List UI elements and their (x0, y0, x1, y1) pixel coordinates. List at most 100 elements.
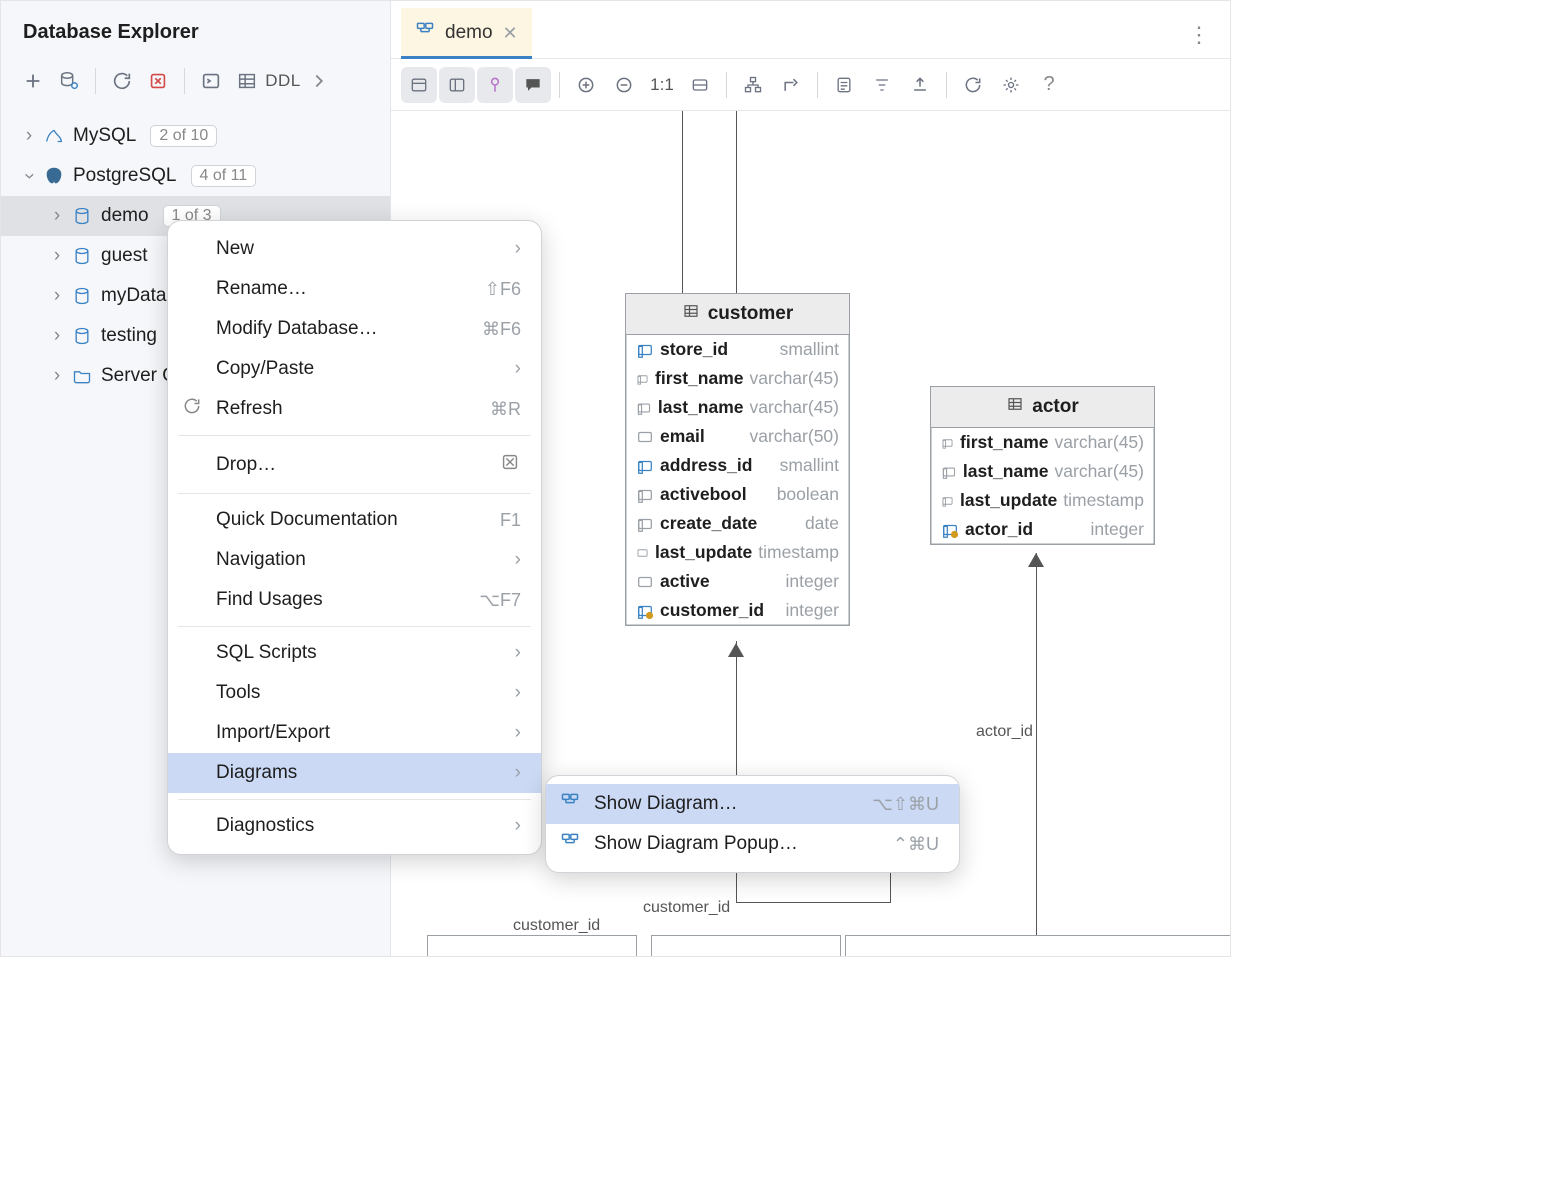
ctx-drop[interactable]: Drop… (168, 442, 541, 487)
column-active[interactable]: activeinteger (626, 567, 849, 596)
column-first_name[interactable]: first_namevarchar(45) (626, 364, 849, 393)
postgres-icon (43, 165, 65, 187)
folder-icon (71, 366, 93, 386)
diagram-icon (560, 791, 580, 817)
refresh-diagram-icon[interactable] (955, 67, 991, 103)
column-customer_id[interactable]: customer_idinteger (626, 596, 849, 625)
sidebar-title: Database Explorer (1, 1, 390, 62)
edge-label-actor: actor_id (976, 723, 1033, 741)
ddl-button[interactable]: DDL (267, 65, 299, 97)
tree-label: myData (99, 285, 166, 307)
sidebar-toolbar: DDL (1, 62, 390, 110)
fit-icon[interactable] (682, 67, 718, 103)
ctx-copy[interactable]: Copy/Paste› (168, 349, 541, 389)
diagram-icon (560, 831, 580, 857)
chevron-right-icon: › (49, 365, 65, 387)
ctx-rename[interactable]: Rename…⇧F6 (168, 269, 541, 309)
chevron-right-icon: › (49, 285, 65, 307)
database-icon (71, 286, 93, 306)
stop-icon[interactable] (142, 65, 174, 97)
close-icon[interactable]: ✕ (503, 23, 518, 44)
column-last_name[interactable]: last_namevarchar(45) (626, 393, 849, 422)
export-icon[interactable] (902, 67, 938, 103)
ctx-modify[interactable]: Modify Database…⌘F6 (168, 309, 541, 349)
layout-mode-2-icon[interactable] (439, 67, 475, 103)
chevron-right-icon: › (49, 205, 65, 227)
ctx-show-diagram[interactable]: Show Diagram…⌥⇧⌘U (546, 784, 959, 824)
tab-demo[interactable]: demo ✕ (401, 8, 532, 59)
ctx-diagrams[interactable]: Diagrams› (168, 753, 541, 793)
chevron-right-icon: › (49, 325, 65, 347)
add-icon[interactable] (17, 65, 49, 97)
database-icon (71, 206, 93, 226)
table-actor[interactable]: actor first_namevarchar(45)last_namevarc… (930, 386, 1155, 545)
tree-label: testing (99, 325, 157, 347)
column-create_date[interactable]: create_datedate (626, 509, 849, 538)
delete-icon (475, 451, 521, 478)
filter-icon[interactable] (864, 67, 900, 103)
zoom-reset-button[interactable]: 1:1 (644, 67, 680, 103)
tree-label: guest (99, 245, 147, 267)
context-menu: New› Rename…⇧F6 Modify Database…⌘F6 Copy… (167, 220, 542, 855)
diagram-icon (415, 20, 435, 46)
tree-label: MySQL (71, 125, 136, 147)
ctx-diagnostics[interactable]: Diagnostics› (168, 806, 541, 846)
refresh-icon[interactable] (106, 65, 138, 97)
ctx-new[interactable]: New› (168, 229, 541, 269)
table-icon (1006, 395, 1024, 419)
column-last_update[interactable]: last_updatetimestamp (931, 486, 1154, 515)
column-actor_id[interactable]: actor_idinteger (931, 515, 1154, 544)
column-activebool[interactable]: activeboolboolean (626, 480, 849, 509)
chevron-down-icon: › (18, 168, 40, 184)
ctx-refresh[interactable]: Refresh⌘R (168, 389, 541, 429)
help-icon[interactable]: ? (1031, 67, 1067, 103)
comment-icon[interactable] (515, 67, 551, 103)
column-last_name[interactable]: last_namevarchar(45) (931, 457, 1154, 486)
datasource-settings-icon[interactable] (53, 65, 85, 97)
tree-node-postgresql[interactable]: › PostgreSQL 4 of 11 (1, 156, 390, 196)
zoom-out-icon[interactable] (606, 67, 642, 103)
editor-toolbar: 1:1 ? (391, 59, 1230, 111)
count-badge: 4 of 11 (191, 165, 257, 187)
list-icon[interactable] (826, 67, 862, 103)
column-address_id[interactable]: address_idsmallint (626, 451, 849, 480)
expand-chevron-icon[interactable] (303, 65, 335, 97)
edge-label-customer1: customer_id (643, 899, 730, 917)
column-store_id[interactable]: store_idsmallint (626, 335, 849, 364)
tab-label: demo (445, 22, 493, 44)
ctx-find[interactable]: Find Usages⌥F7 (168, 580, 541, 620)
chevron-right-icon: › (49, 245, 65, 267)
layout-mode-1-icon[interactable] (401, 67, 437, 103)
chevron-right-icon: › (21, 125, 37, 147)
tab-overflow-icon[interactable]: ⋮ (1168, 22, 1230, 58)
column-email[interactable]: emailvarchar(50) (626, 422, 849, 451)
console-icon[interactable] (195, 65, 227, 97)
table-title: actor (1032, 396, 1078, 418)
database-icon (71, 246, 93, 266)
settings-icon[interactable] (993, 67, 1029, 103)
ctx-importexport[interactable]: Import/Export› (168, 713, 541, 753)
table-icon (682, 302, 700, 326)
column-first_name[interactable]: first_namevarchar(45) (931, 428, 1154, 457)
table-icon[interactable] (231, 65, 263, 97)
ctx-tools[interactable]: Tools› (168, 673, 541, 713)
tree-node-mysql[interactable]: › MySQL 2 of 10 (1, 116, 390, 156)
ctx-quickdoc[interactable]: Quick DocumentationF1 (168, 500, 541, 540)
ctx-show-diagram-popup[interactable]: Show Diagram Popup…⌃⌘U (546, 824, 959, 864)
database-icon (71, 326, 93, 346)
layout-icon[interactable] (735, 67, 771, 103)
tree-label: PostgreSQL (71, 165, 177, 187)
ctx-navigation[interactable]: Navigation› (168, 540, 541, 580)
tab-bar: demo ✕ ⋮ (391, 1, 1230, 59)
key-icon[interactable] (477, 67, 513, 103)
mysql-icon (43, 125, 65, 147)
table-customer[interactable]: customer store_idsmallintfirst_namevarch… (625, 293, 850, 626)
edge-label-customer2: customer_id (513, 917, 600, 935)
ctx-sql[interactable]: SQL Scripts› (168, 633, 541, 673)
context-submenu-diagrams: Show Diagram…⌥⇧⌘U Show Diagram Popup…⌃⌘U (545, 775, 960, 873)
column-last_update[interactable]: last_updatetimestamp (626, 538, 849, 567)
refresh-icon (182, 396, 202, 422)
table-title: customer (708, 303, 794, 325)
route-icon[interactable] (773, 67, 809, 103)
zoom-in-icon[interactable] (568, 67, 604, 103)
